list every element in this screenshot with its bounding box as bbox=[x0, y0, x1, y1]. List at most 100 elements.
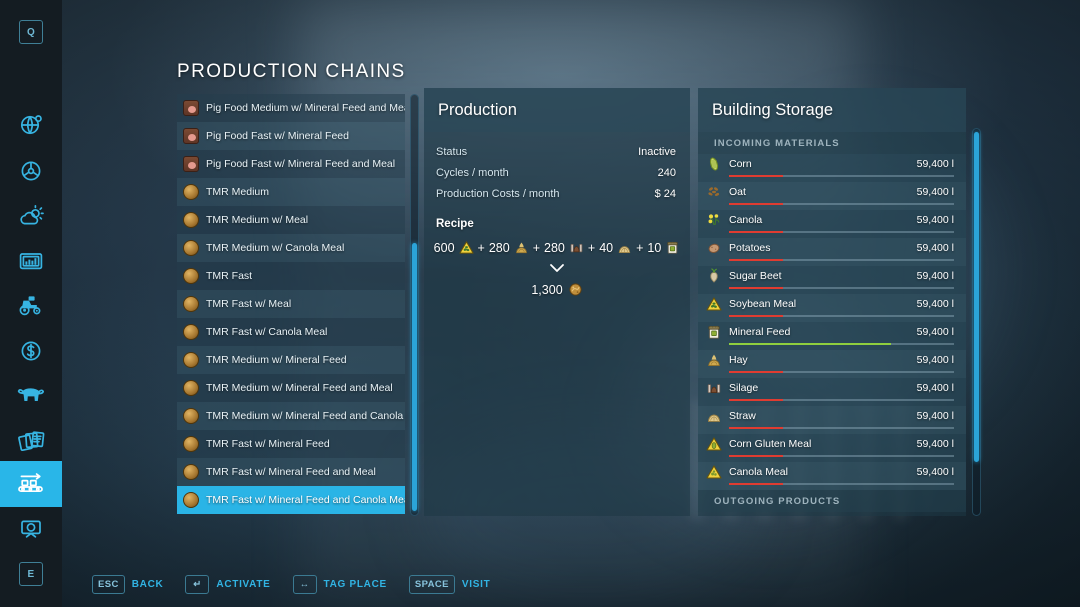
sidebar-item-radio[interactable] bbox=[0, 506, 62, 552]
production-stats: Status Inactive Cycles / month 240 Productio… bbox=[424, 132, 690, 200]
chain-list-item[interactable]: TMR Medium w/ Canola Meal bbox=[177, 234, 405, 262]
recipe-output: 1,300 bbox=[424, 282, 690, 297]
chain-list-item[interactable]: TMR Medium w/ Mineral Feed and Meal bbox=[177, 374, 405, 402]
production-stat-value: $ 24 bbox=[654, 188, 676, 200]
chain-list-item[interactable]: TMR Fast bbox=[177, 262, 405, 290]
storage-scroll-thumb[interactable] bbox=[974, 132, 979, 462]
storage-item-amount: 59,400 l bbox=[916, 382, 954, 394]
storage-row[interactable]: Corn 59,400 l bbox=[698, 154, 966, 182]
storage-fill-level bbox=[729, 287, 783, 289]
chain-list-item-label: TMR Fast w/ Mineral Feed and Meal bbox=[206, 466, 376, 478]
sidebar-item-weather[interactable] bbox=[0, 194, 62, 240]
production-chain-list[interactable]: Pig Food Medium w/ Mineral Feed and Meal… bbox=[177, 94, 405, 516]
incoming-materials-label: INCOMING MATERIALS bbox=[698, 132, 966, 154]
chain-list-item-label: Pig Food Fast w/ Mineral Feed bbox=[206, 130, 349, 142]
chain-list-item-label: TMR Fast w/ Meal bbox=[206, 298, 292, 310]
storage-item-amount: 59,400 l bbox=[916, 186, 954, 198]
storage-row[interactable]: Canola 59,400 l bbox=[698, 210, 966, 238]
straw-icon bbox=[617, 240, 632, 255]
chain-list-scroll-thumb[interactable] bbox=[412, 243, 417, 511]
tractor-icon bbox=[17, 292, 45, 318]
storage-row[interactable]: Soybean Meal 59,400 l bbox=[698, 294, 966, 322]
storage-item-name: Soybean Meal bbox=[729, 298, 797, 310]
tmr-icon bbox=[183, 268, 199, 284]
production-stat-label: Cycles / month bbox=[436, 167, 509, 179]
storage-item-name: Canola Meal bbox=[729, 466, 788, 478]
storage-row[interactable]: Silage 59,400 l bbox=[698, 378, 966, 406]
sidebar-item-statistics[interactable] bbox=[0, 238, 62, 284]
storage-row[interactable]: Mineral Feed 59,400 l bbox=[698, 322, 966, 350]
cow-icon bbox=[17, 382, 45, 408]
sidebar-item-finances[interactable] bbox=[0, 328, 62, 374]
storage-panel-header: Building Storage bbox=[698, 88, 966, 132]
help-key-badge: ↵ bbox=[185, 575, 210, 594]
storage-row[interactable]: Straw 59,400 l bbox=[698, 406, 966, 434]
game-menu-screen: Q E PRODUCTION CHAINS Pig Food Medium w/… bbox=[0, 0, 1080, 607]
recipe-ingredient-amount: 600 bbox=[433, 240, 455, 255]
help-item[interactable]: ESC BACK bbox=[92, 575, 163, 594]
sidebar-item-map-overview[interactable] bbox=[0, 102, 62, 148]
sidebar-item-contracts[interactable] bbox=[0, 418, 62, 464]
storage-row[interactable]: Corn Gluten Meal 59,400 l bbox=[698, 434, 966, 462]
storage-fill-bar bbox=[729, 315, 954, 317]
help-item[interactable]: ↔ TAG PLACE bbox=[292, 575, 387, 594]
chain-list-item[interactable]: TMR Medium w/ Meal bbox=[177, 206, 405, 234]
storage-row[interactable]: Oat 59,400 l bbox=[698, 182, 966, 210]
hay-icon bbox=[706, 352, 722, 368]
tmr-icon bbox=[183, 352, 199, 368]
chain-list-item-label: Pig Food Medium w/ Mineral Feed and Meal bbox=[206, 102, 405, 114]
help-item[interactable]: ↵ ACTIVATE bbox=[185, 575, 270, 594]
storage-row[interactable]: Hay 59,400 l bbox=[698, 350, 966, 378]
silage-icon bbox=[569, 240, 584, 255]
recipe-ingredient-amount: 10 bbox=[647, 240, 662, 255]
chain-list-item[interactable]: Pig Food Fast w/ Mineral Feed and Meal bbox=[177, 150, 405, 178]
storage-fill-level bbox=[729, 203, 783, 205]
storage-fill-bar bbox=[729, 455, 954, 457]
sidebar-item-animals[interactable] bbox=[0, 372, 62, 418]
storage-fill-bar bbox=[729, 343, 954, 345]
sugar-beet-icon bbox=[706, 268, 722, 284]
sidebar-item-vehicle-list[interactable] bbox=[0, 282, 62, 328]
chain-list-item[interactable]: Pig Food Fast w/ Mineral Feed bbox=[177, 122, 405, 150]
oat-icon bbox=[706, 184, 722, 200]
storage-fill-bar bbox=[729, 371, 954, 373]
storage-fill-level bbox=[729, 455, 783, 457]
help-action-label: TAG PLACE bbox=[323, 579, 387, 590]
storage-row[interactable]: Canola Meal 59,400 l bbox=[698, 462, 966, 490]
storage-item-name: Oat bbox=[729, 186, 746, 198]
storage-row[interactable]: Potatoes 59,400 l bbox=[698, 238, 966, 266]
chain-list-item[interactable]: TMR Fast w/ Meal bbox=[177, 290, 405, 318]
tmr-icon bbox=[183, 380, 199, 396]
chain-list-item[interactable]: TMR Medium bbox=[177, 178, 405, 206]
mineral-feed-icon bbox=[665, 240, 680, 255]
tmr-icon bbox=[183, 324, 199, 340]
left-sidebar: Q E bbox=[0, 0, 62, 607]
chain-list-item[interactable]: Pig Food Medium w/ Mineral Feed and Meal bbox=[177, 94, 405, 122]
production-stat-value: Inactive bbox=[638, 146, 676, 158]
chain-list-item-label: TMR Fast w/ Mineral Feed and Canola Meal bbox=[206, 494, 405, 506]
chain-list-item[interactable]: TMR Medium w/ Mineral Feed and Canola Me… bbox=[177, 402, 405, 430]
chain-list-item[interactable]: TMR Fast w/ Mineral Feed and Canola Meal bbox=[177, 486, 405, 514]
chain-list-item-label: TMR Medium w/ Mineral Feed and Meal bbox=[206, 382, 393, 394]
help-item[interactable]: SPACE VISIT bbox=[408, 575, 491, 594]
storage-fill-bar bbox=[729, 483, 954, 485]
chain-list-item[interactable]: TMR Fast w/ Mineral Feed bbox=[177, 430, 405, 458]
storage-row[interactable]: Sugar Beet 59,400 l bbox=[698, 266, 966, 294]
chain-list-item[interactable]: TMR Fast w/ Mineral Feed and Meal bbox=[177, 458, 405, 486]
storage-item-amount: 59,400 l bbox=[916, 466, 954, 478]
storage-fill-level bbox=[729, 175, 783, 177]
recipe-ingredient-amount: 280 bbox=[544, 240, 565, 255]
storage-item-amount: 59,400 l bbox=[916, 158, 954, 170]
statistics-icon bbox=[18, 248, 44, 274]
chain-list-item[interactable]: TMR Fast w/ Canola Meal bbox=[177, 318, 405, 346]
storage-scrollbar[interactable] bbox=[972, 128, 981, 516]
sidebar-item-vehicles-steering[interactable] bbox=[0, 148, 62, 194]
chain-list-scrollbar[interactable] bbox=[410, 94, 419, 516]
storage-fill-bar bbox=[729, 427, 954, 429]
sidebar-item-production[interactable] bbox=[0, 461, 62, 507]
recipe-title: Recipe bbox=[436, 218, 474, 230]
canola-meal-icon bbox=[706, 464, 722, 480]
chain-list-item[interactable]: TMR Medium w/ Mineral Feed bbox=[177, 346, 405, 374]
storage-item-name: Canola bbox=[729, 214, 763, 226]
storage-fill-bar bbox=[729, 231, 954, 233]
